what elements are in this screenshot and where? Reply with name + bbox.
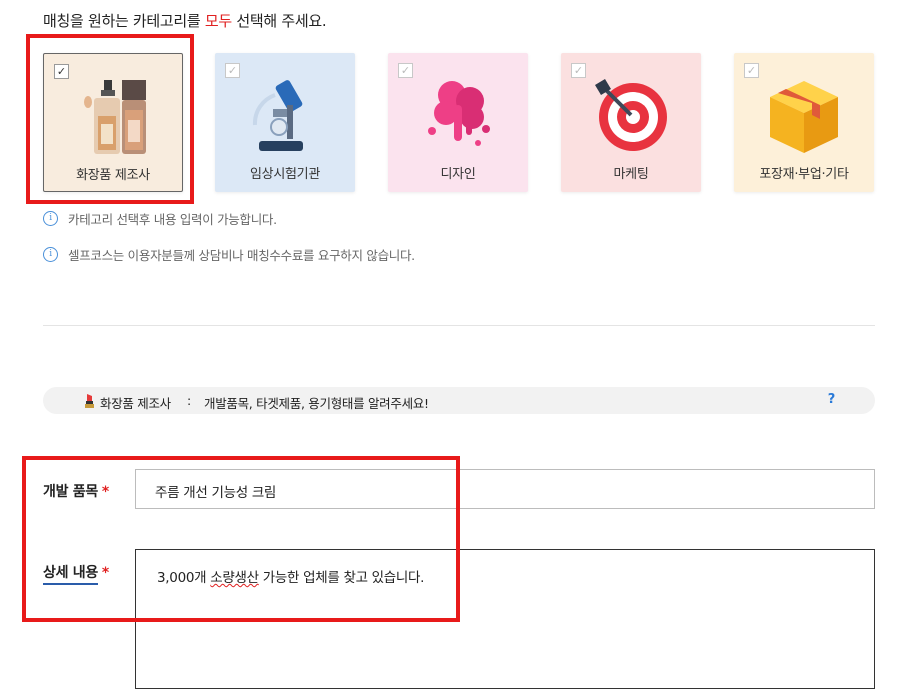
highlight-box-form-fields — [22, 456, 460, 622]
guide-separator: : — [187, 393, 191, 408]
lipstick-icon — [85, 394, 94, 408]
package-box-icon — [770, 81, 838, 153]
category-checkbox[interactable]: ✓ — [571, 63, 586, 78]
category-guide-bar: 화장품 제조사 : 개발품목, 타겟제품, 용기형태를 알려주세요! ? — [43, 387, 875, 414]
highlight-box-selected-category — [26, 34, 194, 204]
info-icon: i — [43, 247, 58, 262]
category-card-design[interactable]: ✓ 디자인 — [388, 53, 528, 192]
category-label: 마케팅 — [613, 167, 649, 182]
guide-category: 화장품 제조사 — [100, 396, 171, 411]
help-icon[interactable]: ? — [828, 392, 836, 407]
category-label: 디자인 — [440, 167, 476, 182]
category-card-clinical-lab[interactable]: ✓ 임상시험기관 — [215, 53, 355, 192]
category-checkbox[interactable]: ✓ — [398, 63, 413, 78]
info-note: i 카테고리 선택후 내용 입력이 가능합니다. — [43, 209, 277, 228]
category-checkbox[interactable]: ✓ — [744, 63, 759, 78]
info-note: i 셀프코스는 이용자분들께 상담비나 매칭수수료를 요구하지 않습니다. — [43, 245, 415, 264]
microscope-icon — [252, 80, 303, 151]
category-card-packaging-other[interactable]: ✓ 포장재·부업·기타 — [734, 53, 874, 192]
category-label: 포장재·부업·기타 — [759, 167, 849, 182]
category-card-marketing[interactable]: ✓ 마케팅 — [561, 53, 701, 192]
category-checkbox[interactable]: ✓ — [225, 63, 240, 78]
category-instruction: 매칭을 원하는 카테고리를 모두 선택해 주세요. — [43, 12, 327, 30]
section-divider — [43, 325, 875, 326]
info-icon: i — [43, 211, 58, 226]
category-label: 임상시험기관 — [250, 167, 320, 182]
target-dart-icon — [595, 79, 667, 151]
guide-message: 개발품목, 타겟제품, 용기형태를 알려주세요! — [204, 396, 429, 411]
paint-splash-icon — [428, 81, 490, 146]
